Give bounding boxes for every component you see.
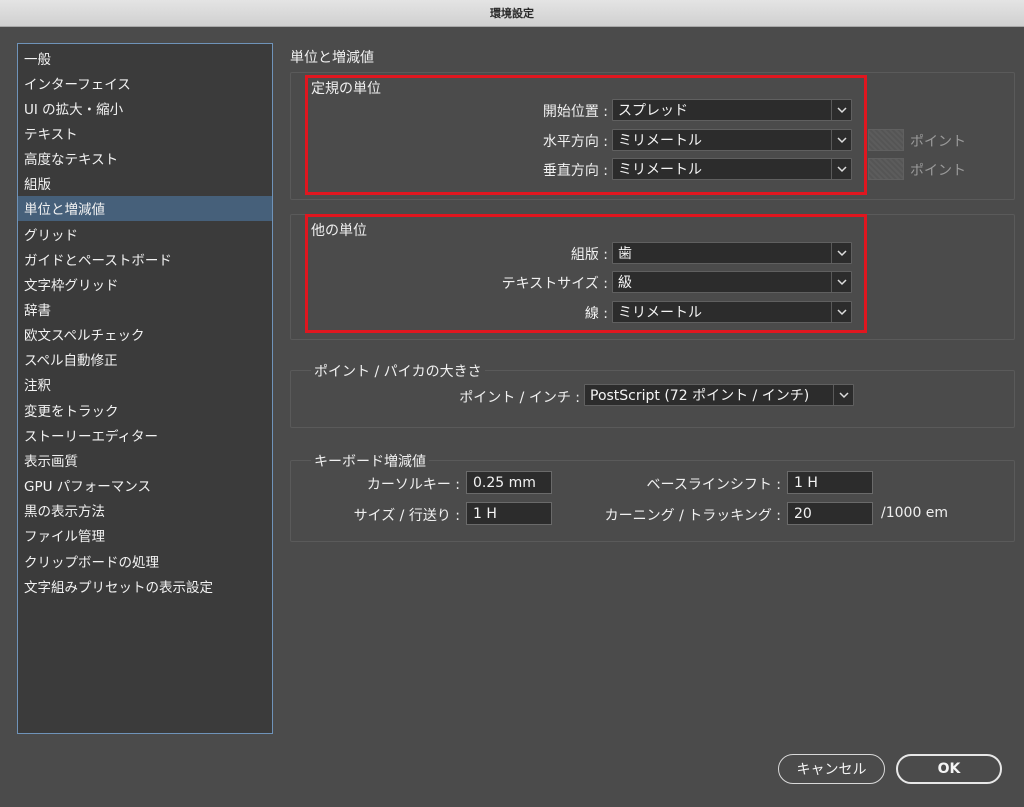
sidebar-item[interactable]: 黒の表示方法 [18,498,272,523]
kerning-unit: /1000 em [881,505,949,521]
sidebar-item[interactable]: 辞書 [18,297,272,322]
horizontal-points-field [868,129,904,151]
chevron-down-icon [831,272,851,292]
text-size-label: テキストサイズ : [501,276,608,292]
ruler-units-title: 定規の単位 [311,81,381,97]
sidebar-item[interactable]: グリッド [18,221,272,246]
text-size-dropdown[interactable]: 級 [612,271,852,293]
sidebar-item[interactable]: 欧文スペルチェック [18,322,272,347]
sidebar-item[interactable]: インターフェイス [18,70,272,95]
baseline-shift-input[interactable]: 1 H [787,471,873,494]
panel-title: 単位と増減値 [290,50,374,66]
keyboard-increments-group [290,460,1015,542]
sidebar-item[interactable]: GPU パフォーマンス [18,473,272,498]
kerning-tracking-label: カーニング / トラッキング : [604,508,781,524]
horizontal-points-unit: ポイント [910,134,966,150]
keyboard-increments-title: キーボード増減値 [311,451,429,471]
chevron-down-icon [831,100,851,120]
composition-dropdown[interactable]: 歯 [612,242,852,264]
kerning-tracking-input[interactable]: 20 [787,502,873,525]
chevron-down-icon [833,385,853,405]
vertical-label: 垂直方向 : [542,163,608,179]
size-leading-input[interactable]: 1 H [466,502,552,525]
chevron-down-icon [831,159,851,179]
sidebar-item[interactable]: 表示画質 [18,447,272,472]
cursor-key-label: カーソルキー : [366,477,460,493]
points-per-inch-value: PostScript (72 ポイント / インチ) [590,388,810,404]
point-pica-title: ポイント / パイカの大きさ [311,361,485,381]
origin-dropdown[interactable]: スプレッド [612,99,852,121]
preferences-sidebar: 一般 インターフェイス UI の拡大・縮小 テキスト 高度なテキスト 組版 単位と増減値 グリ… [17,43,273,734]
sidebar-item[interactable]: ガイドとペーストボード [18,246,272,271]
sidebar-item[interactable]: 注釈 [18,372,272,397]
origin-label: 開始位置 : [542,104,608,120]
cancel-button[interactable]: キャンセル [778,754,885,784]
sidebar-item[interactable]: スペル自動修正 [18,347,272,372]
stroke-value: ミリメートル [618,305,702,321]
sidebar-item[interactable]: 文字組みプリセットの表示設定 [18,573,272,598]
sidebar-item[interactable]: ファイル管理 [18,523,272,548]
composition-value: 歯 [618,246,632,262]
sidebar-item[interactable]: UI の拡大・縮小 [18,95,272,120]
sidebar-item[interactable]: 組版 [18,171,272,196]
text-size-value: 級 [618,275,632,291]
baseline-shift-label: ベースラインシフト : [646,477,781,493]
sidebar-item[interactable]: 文字枠グリッド [18,271,272,296]
sidebar-item[interactable]: ストーリーエディター [18,422,272,447]
sidebar-item[interactable]: 変更をトラック [18,397,272,422]
vertical-value: ミリメートル [618,162,702,178]
sidebar-item[interactable]: 高度なテキスト [18,146,272,171]
composition-label: 組版 : [570,247,608,263]
points-per-inch-label: ポイント / インチ : [459,390,580,406]
horizontal-unit-dropdown[interactable]: ミリメートル [612,129,852,151]
sidebar-item[interactable]: テキスト [18,120,272,145]
vertical-points-unit: ポイント [910,163,966,179]
size-leading-label: サイズ / 行送り : [353,508,460,524]
window-title: 環境設定 [0,0,1024,27]
vertical-unit-dropdown[interactable]: ミリメートル [612,158,852,180]
origin-value: スプレッド [618,103,688,119]
horizontal-value: ミリメートル [618,133,702,149]
sidebar-item[interactable]: 単位と増減値 [18,195,272,221]
cursor-key-input[interactable]: 0.25 mm [466,471,552,494]
other-units-title: 他の単位 [311,223,367,239]
stroke-label: 線 : [584,306,608,322]
sidebar-item[interactable]: クリップボードの処理 [18,548,272,573]
chevron-down-icon [831,130,851,150]
stroke-dropdown[interactable]: ミリメートル [612,301,852,323]
ok-button[interactable]: OK [896,754,1002,784]
sidebar-item[interactable]: 一般 [18,45,272,70]
horizontal-label: 水平方向 : [542,134,608,150]
chevron-down-icon [831,302,851,322]
vertical-points-field [868,158,904,180]
chevron-down-icon [831,243,851,263]
points-per-inch-dropdown[interactable]: PostScript (72 ポイント / インチ) [584,384,854,406]
